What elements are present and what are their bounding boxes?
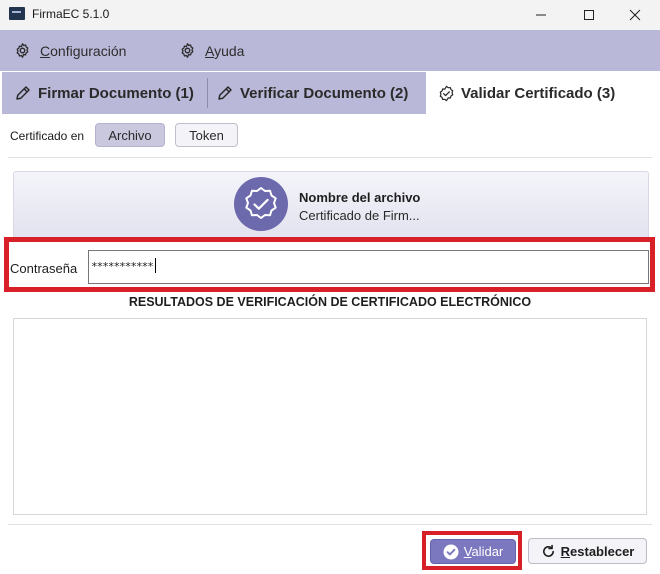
window-title: FirmaEC 5.1.0 [32, 7, 110, 21]
validar-button[interactable]: Validar [430, 539, 516, 564]
tab-verificar-documento[interactable]: Verificar Documento (2) [216, 72, 408, 114]
app-icon [9, 7, 25, 20]
maximize-button[interactable] [566, 0, 612, 30]
file-panel[interactable] [13, 171, 649, 241]
password-label: Contraseña [10, 261, 78, 276]
menu-ayuda-label: Ayuda [205, 42, 245, 59]
menu-configuracion-label: Configuración [40, 42, 127, 59]
refresh-icon [542, 544, 554, 557]
gear-icon [16, 43, 29, 58]
pen-icon [16, 86, 30, 100]
tab-verificar-label: Verificar Documento (2) [240, 84, 409, 102]
maximize-icon [584, 10, 594, 20]
title-bar: FirmaEC 5.1.0 [0, 0, 660, 30]
divider [8, 524, 652, 525]
archivo-button[interactable]: Archivo [95, 123, 165, 147]
pen-icon [218, 86, 232, 100]
divider [8, 157, 652, 158]
menu-configuracion[interactable]: Configuración [14, 30, 126, 71]
text-caret [154, 258, 156, 273]
badge-check-icon [439, 85, 454, 101]
close-button[interactable] [612, 0, 658, 30]
results-area[interactable] [13, 318, 647, 515]
password-value: *********** [91, 260, 154, 273]
password-input[interactable]: *********** [88, 250, 649, 284]
close-icon [629, 9, 641, 21]
tab-validar-label: Validar Certificado (3) [461, 84, 616, 102]
certificate-badge [234, 177, 288, 231]
tab-firmar-label: Firmar Documento (1) [38, 84, 194, 102]
results-title: RESULTADOS DE VERIFICACIÓN DE CERTIFICAD… [128, 295, 532, 309]
check-circle-icon [443, 544, 459, 559]
tab-firmar-documento[interactable]: Firmar Documento (1) [14, 72, 194, 114]
minimize-button[interactable] [518, 0, 564, 30]
file-name-value: Certificado de Firm... [299, 208, 420, 223]
gear-icon [181, 43, 194, 58]
menu-bar: Configuración Ayuda [0, 30, 660, 71]
minimize-icon [536, 14, 546, 16]
tab-separator [207, 78, 208, 108]
menu-ayuda[interactable]: Ayuda [179, 30, 244, 71]
token-button[interactable]: Token [175, 123, 238, 147]
restablecer-button[interactable]: Restablecer [528, 538, 647, 564]
badge-check-icon [245, 187, 277, 219]
validar-label: Validar [463, 544, 504, 559]
tab-bar: Firmar Documento (1) Verificar Documento… [2, 72, 658, 114]
restablecer-label: Restablecer [560, 543, 635, 559]
file-name-title: Nombre del archivo [299, 190, 421, 205]
certificate-source-label: Certificado en [10, 129, 85, 143]
tab-validar-certificado[interactable]: Validar Certificado (3) [426, 72, 658, 114]
